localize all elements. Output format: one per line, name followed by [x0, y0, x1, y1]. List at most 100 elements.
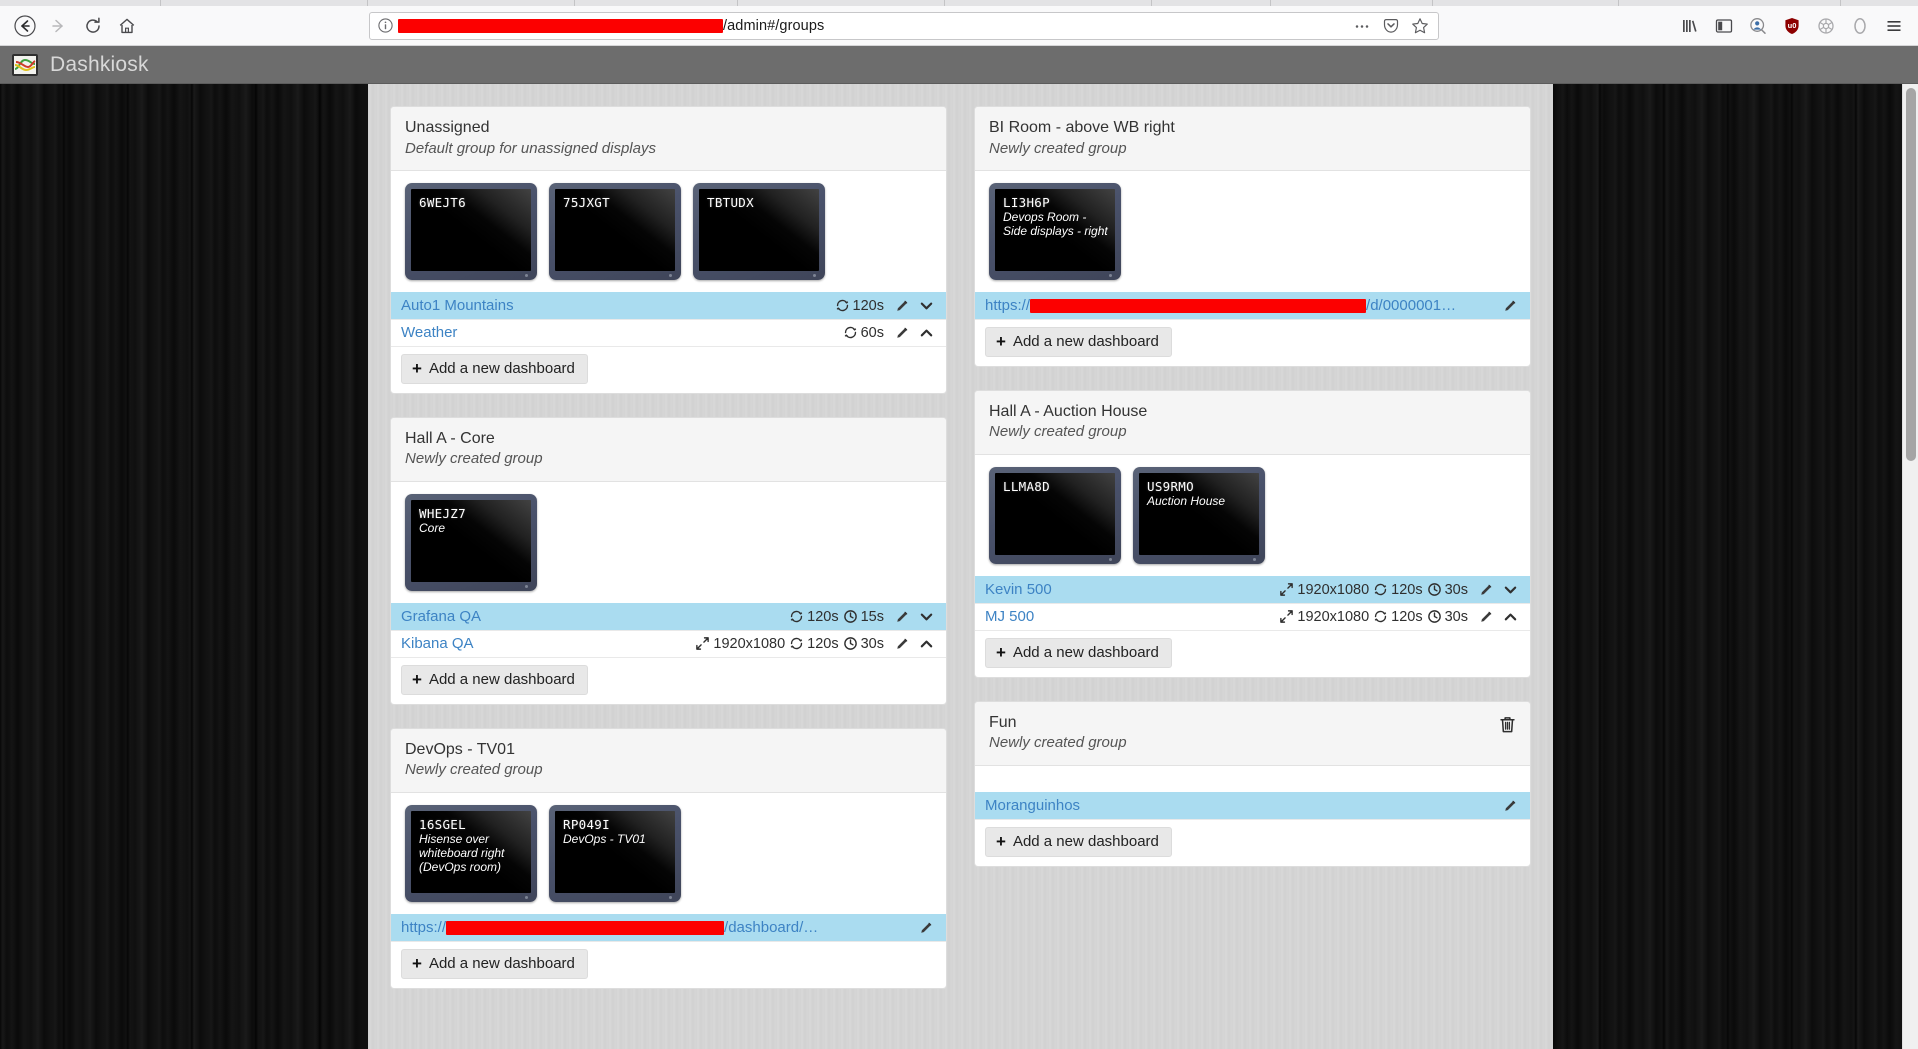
account-icon[interactable]	[1742, 10, 1774, 42]
add-dashboard-row: +Add a new dashboard	[391, 941, 946, 988]
dashboard-row[interactable]: Moranguinhos	[975, 792, 1530, 819]
reload-button[interactable]	[76, 9, 110, 43]
dashboard-row[interactable]: Kevin 5001920x1080120s30s	[975, 576, 1530, 603]
forward-button[interactable]	[42, 9, 76, 43]
add-dashboard-button[interactable]: +Add a new dashboard	[401, 949, 588, 979]
dashboard-refresh: 120s	[1391, 609, 1422, 625]
display-thumbnail[interactable]: RP049IDevOps - TV01	[549, 805, 681, 902]
bookmark-star-icon[interactable]	[1408, 14, 1432, 38]
url-text: /admin#/groups	[398, 18, 1345, 34]
add-dashboard-row: +Add a new dashboard	[975, 819, 1530, 866]
display-thumbnail[interactable]: LI3H6PDevops Room - Side displays - righ…	[989, 183, 1121, 280]
dashboard-name[interactable]: Auto1 Mountains	[401, 297, 835, 314]
display-thumbnail[interactable]: 16SGELHisense over whiteboard right (Dev…	[405, 805, 537, 902]
dashboard-refresh: 120s	[807, 636, 838, 652]
display-name: US9RMO	[1147, 480, 1253, 494]
dashboard-row[interactable]: MJ 5001920x1080120s30s	[975, 603, 1530, 630]
group-column-right: BI Room - above WB rightNewly created gr…	[974, 106, 1531, 867]
home-button[interactable]	[110, 9, 144, 43]
dashboard-row[interactable]: Kibana QA1920x1080120s30s	[391, 630, 946, 657]
site-info-icon[interactable]	[378, 18, 393, 33]
dashboard-row[interactable]: Weather60s	[391, 319, 946, 346]
display-thumbnail[interactable]: LLMA8D	[989, 467, 1121, 564]
dashboard-row[interactable]: https:///d/0000001…	[975, 292, 1530, 319]
display-thumbnail[interactable]: 75JXGT	[549, 183, 681, 280]
display-list: WHEJZ7Core	[391, 482, 946, 603]
add-dashboard-button[interactable]: +Add a new dashboard	[401, 665, 588, 695]
add-dashboard-button[interactable]: +Add a new dashboard	[985, 827, 1172, 857]
dashboard-name[interactable]: https:///d/0000001…	[985, 297, 1492, 314]
add-dashboard-button[interactable]: +Add a new dashboard	[401, 354, 588, 384]
move-up-icon[interactable]	[919, 325, 934, 340]
dashboard-name[interactable]: Weather	[401, 324, 843, 341]
scrollbar-thumb[interactable]	[1906, 88, 1916, 461]
clock-icon	[1427, 609, 1442, 624]
clock-icon	[843, 636, 858, 651]
vertical-scrollbar[interactable]	[1902, 84, 1918, 1049]
edit-dashboard-icon[interactable]	[1479, 609, 1494, 624]
edit-dashboard-icon[interactable]	[895, 636, 910, 651]
group-column-left: UnassignedDefault group for unassigned d…	[390, 106, 947, 989]
dashboard-name[interactable]: Kevin 500	[985, 581, 1279, 598]
display-thumbnail[interactable]: WHEJZ7Core	[405, 494, 537, 591]
group-name: Hall A - Auction House	[989, 401, 1516, 423]
add-dashboard-row: +Add a new dashboard	[391, 657, 946, 704]
dashboard-refresh-group: 120s	[789, 609, 838, 625]
page-background: UnassignedDefault group for unassigned d…	[0, 84, 1918, 1049]
ublock-icon[interactable]: u0	[1776, 10, 1808, 42]
extension-icon[interactable]	[1810, 10, 1842, 42]
move-down-icon[interactable]	[919, 609, 934, 624]
dashboard-name[interactable]: Grafana QA	[401, 608, 789, 625]
dashboard-name[interactable]: Moranguinhos	[985, 797, 1492, 814]
tab-separator	[737, 0, 738, 6]
dashboard-name[interactable]: MJ 500	[985, 608, 1279, 625]
group-name: Unassigned	[405, 117, 932, 139]
edit-dashboard-icon[interactable]	[895, 325, 910, 340]
edit-dashboard-icon[interactable]	[1479, 582, 1494, 597]
dashboard-refresh: 120s	[807, 609, 838, 625]
add-dashboard-button[interactable]: +Add a new dashboard	[985, 638, 1172, 668]
edit-dashboard-icon[interactable]	[1503, 798, 1518, 813]
move-up-icon[interactable]	[1503, 609, 1518, 624]
container-icon[interactable]	[1844, 10, 1876, 42]
display-power-led	[1109, 274, 1112, 277]
edit-dashboard-icon[interactable]	[1503, 298, 1518, 313]
back-button[interactable]	[8, 9, 42, 43]
display-thumbnail[interactable]: 6WEJT6	[405, 183, 537, 280]
move-down-icon[interactable]	[1503, 582, 1518, 597]
dashboard-meta: 120s	[835, 298, 884, 314]
sidebar-icon[interactable]	[1708, 10, 1740, 42]
menu-icon[interactable]	[1878, 10, 1910, 42]
page-actions-icon[interactable]	[1350, 14, 1374, 38]
display-description: Hisense over whiteboard right (DevOps ro…	[419, 833, 525, 874]
url-redaction	[398, 19, 723, 33]
display-label: US9RMOAuction House	[1139, 473, 1259, 509]
url-bar[interactable]: /admin#/groups	[369, 12, 1439, 40]
group-description: Default group for unassigned displays	[405, 139, 932, 159]
dashboard-row[interactable]: https:///dashboard/…	[391, 914, 946, 941]
display-power-led	[669, 896, 672, 899]
edit-dashboard-icon[interactable]	[895, 609, 910, 624]
dashboard-row[interactable]: Auto1 Mountains120s	[391, 292, 946, 319]
display-screen: US9RMOAuction House	[1139, 473, 1259, 555]
pocket-icon[interactable]	[1379, 14, 1403, 38]
tab-separator	[574, 0, 575, 6]
move-up-icon[interactable]	[919, 636, 934, 651]
dashboard-name[interactable]: https:///dashboard/…	[401, 919, 908, 936]
add-dashboard-label: Add a new dashboard	[1013, 833, 1159, 850]
display-thumbnail[interactable]: US9RMOAuction House	[1133, 467, 1265, 564]
add-dashboard-button[interactable]: +Add a new dashboard	[985, 327, 1172, 357]
display-thumbnail[interactable]: TBTUDX	[693, 183, 825, 280]
delete-group-icon[interactable]	[1498, 714, 1518, 736]
dashboard-url-redaction	[446, 921, 724, 935]
library-icon[interactable]	[1674, 10, 1706, 42]
edit-dashboard-icon[interactable]	[919, 920, 934, 935]
display-power-led	[1253, 558, 1256, 561]
dashboard-row[interactable]: Grafana QA120s15s	[391, 603, 946, 630]
dashboard-actions	[895, 325, 934, 340]
move-down-icon[interactable]	[919, 298, 934, 313]
edit-dashboard-icon[interactable]	[895, 298, 910, 313]
tab-strip[interactable]	[0, 0, 1918, 6]
display-label: 75JXGT	[555, 189, 675, 210]
dashboard-name[interactable]: Kibana QA	[401, 635, 695, 652]
